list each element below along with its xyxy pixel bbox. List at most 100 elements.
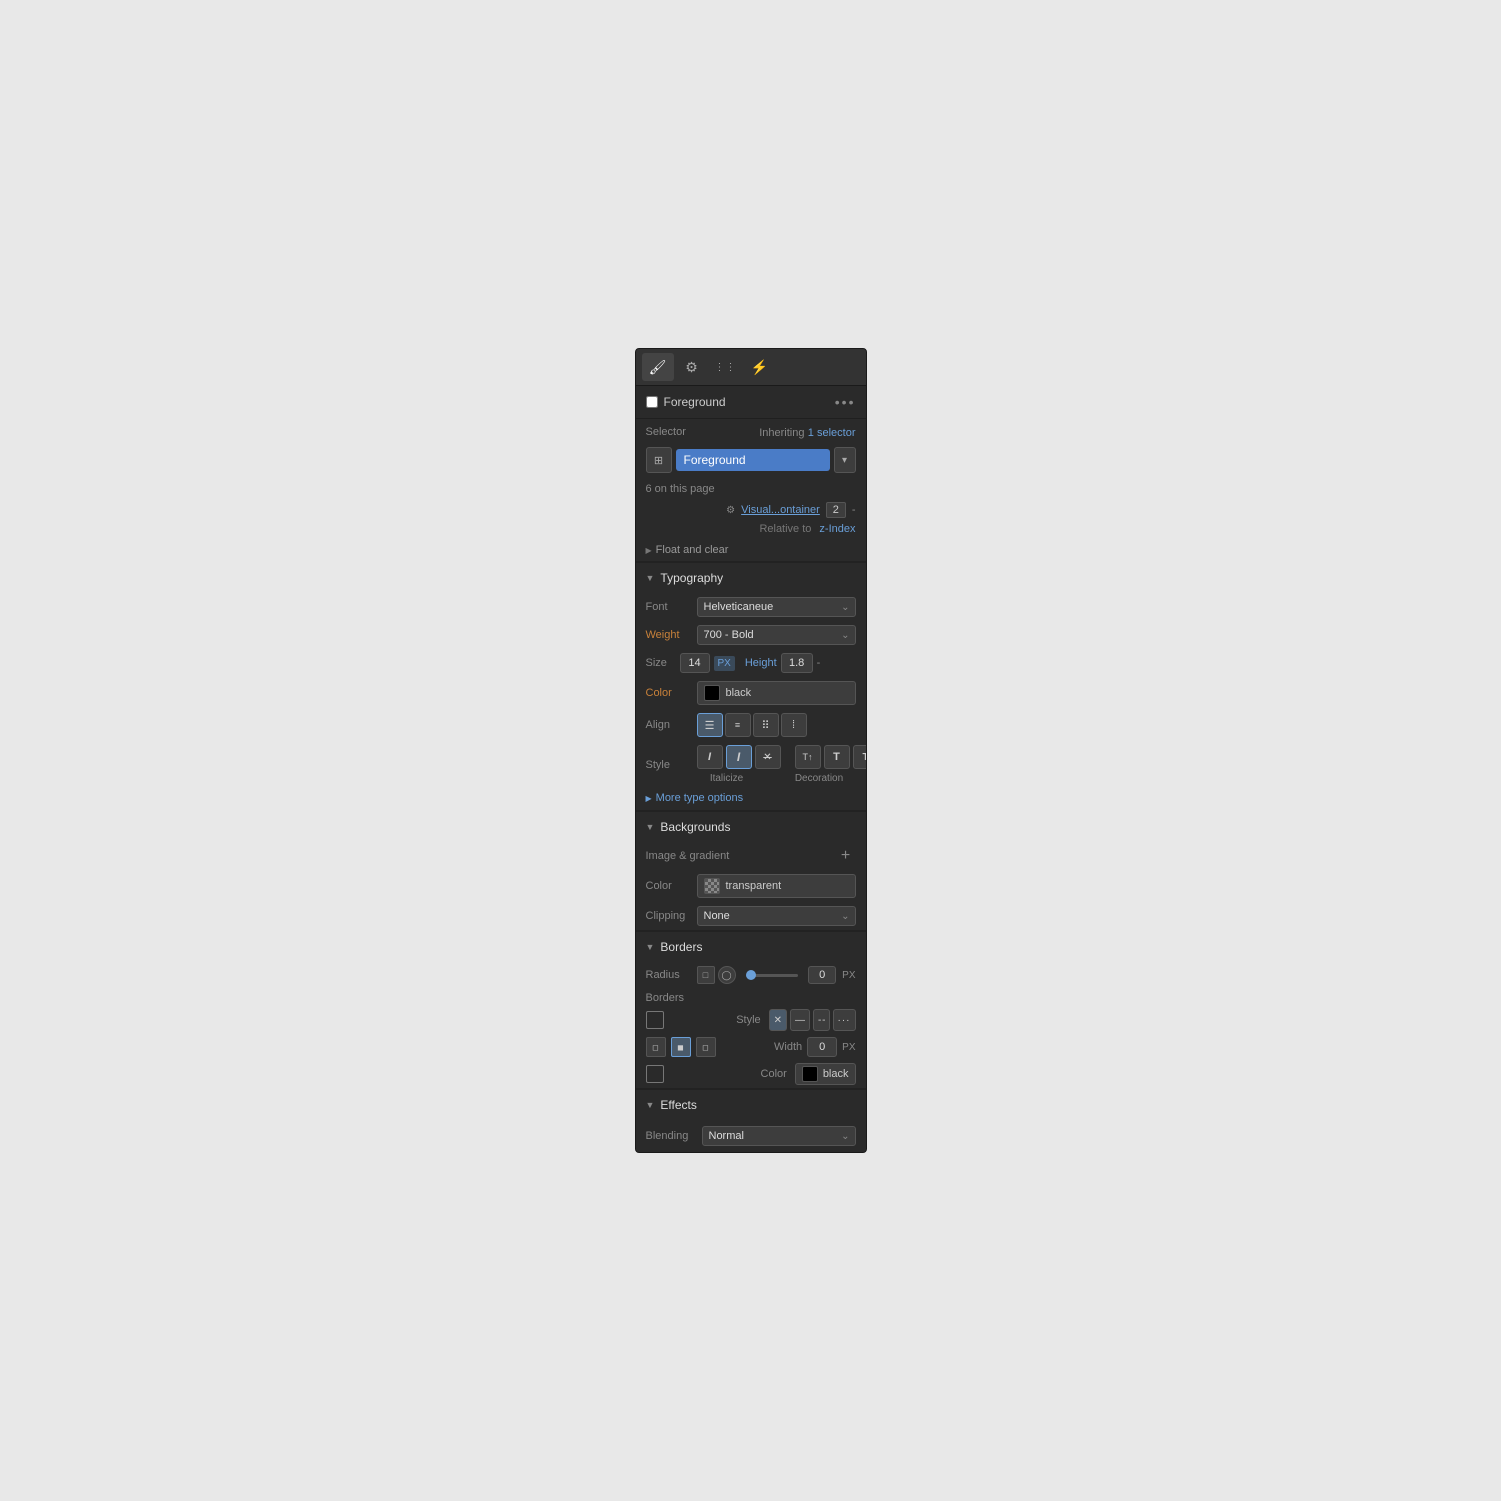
size-row: Size PX Height - <box>636 649 866 677</box>
height-label: Height <box>745 657 777 669</box>
border-all-sides-button[interactable]: ◼ <box>671 1037 691 1057</box>
typography-title: Typography <box>660 571 723 585</box>
align-right-button[interactable]: ⠿ <box>753 713 779 737</box>
align-row: Align ☰ ≡ ⠿ ⁞ <box>636 709 866 741</box>
more-button[interactable]: ••• <box>835 394 856 410</box>
effects-arrow: ▼ <box>646 1100 655 1110</box>
radius-square-btn[interactable]: □ <box>697 966 715 984</box>
radius-unit: PX <box>842 970 855 981</box>
align-left-button[interactable]: ☰ <box>697 713 723 737</box>
border-style-dashed[interactable]: - - <box>813 1009 829 1031</box>
color-row: Color black <box>636 677 866 709</box>
color-swatch <box>704 685 720 701</box>
settings-tab[interactable]: ⚙ <box>676 353 708 381</box>
border-style-solid[interactable]: — <box>790 1009 810 1031</box>
vc-dash: - <box>852 504 856 516</box>
selector-pill[interactable]: Foreground <box>676 449 830 471</box>
border-all-button[interactable] <box>646 1011 664 1029</box>
weight-select[interactable]: 700 - Bold <box>697 625 856 645</box>
inheriting-label: Inheriting <box>759 427 804 439</box>
radius-slider[interactable] <box>746 974 799 977</box>
height-input[interactable] <box>781 653 813 673</box>
more-type-row[interactable]: ▶ More type options <box>636 788 866 810</box>
text-normal-button[interactable]: T <box>824 745 850 769</box>
size-input[interactable] <box>680 653 710 673</box>
inheriting-text: Inheriting 1 selector <box>759 425 855 439</box>
border-color-swatch <box>802 1066 818 1082</box>
selector-chevron[interactable]: ▾ <box>834 447 856 473</box>
backgrounds-section-header[interactable]: ▼ Backgrounds <box>636 811 866 842</box>
add-gradient-button[interactable]: + <box>836 846 856 866</box>
style-labels-row: Italicize Decoration <box>697 773 867 784</box>
image-gradient-label: Image & gradient <box>646 850 830 862</box>
typography-section-header[interactable]: ▼ Typography <box>636 562 866 593</box>
effects-title: Effects <box>660 1098 696 1112</box>
align-center-button[interactable]: ≡ <box>725 713 751 737</box>
bg-color-input-wrapper[interactable]: transparent <box>697 874 856 898</box>
font-select-wrapper: Helveticaneue <box>697 597 856 617</box>
typography-arrow: ▼ <box>646 573 655 583</box>
clipping-label: Clipping <box>646 910 691 922</box>
subscript-button[interactable]: T <box>853 745 867 769</box>
clipping-select[interactable]: None <box>697 906 856 926</box>
radius-label: Radius <box>646 969 691 981</box>
float-clear-arrow: ▶ <box>646 546 652 555</box>
blending-select[interactable]: Normal <box>702 1126 856 1146</box>
radius-input[interactable] <box>808 966 836 984</box>
drops-tab[interactable]: ⋮⋮ <box>710 353 742 381</box>
paint-tab[interactable]: 🖌 <box>642 353 674 381</box>
effects-section-header[interactable]: ▼ Effects <box>636 1089 866 1120</box>
color-label: Color <box>646 687 691 699</box>
panel-title: Foreground <box>664 395 835 409</box>
blending-label: Blending <box>646 1130 696 1142</box>
vc-link[interactable]: Visual...ontainer <box>741 504 820 516</box>
border-color-value: black <box>823 1068 849 1080</box>
font-select[interactable]: Helveticaneue <box>697 597 856 617</box>
border-style-dotted[interactable]: ··· <box>833 1009 856 1031</box>
border-right-button[interactable]: ◻ <box>696 1037 716 1057</box>
italic-button[interactable]: I <box>697 745 723 769</box>
border-style-label: Style <box>736 1014 760 1026</box>
float-clear-label: Float and clear <box>656 544 729 556</box>
clipping-select-wrapper: None <box>697 906 856 926</box>
border-left-button[interactable]: ◻ <box>646 1037 666 1057</box>
backgrounds-title: Backgrounds <box>660 820 730 834</box>
italic-active-button[interactable]: I <box>726 745 752 769</box>
border-width-input[interactable] <box>807 1037 837 1057</box>
radius-circle-btn[interactable]: ◯ <box>718 966 736 984</box>
panel-header: Foreground ••• <box>636 386 866 419</box>
style-label: Style <box>646 759 691 771</box>
selector-label: Selector <box>646 426 686 438</box>
foreground-checkbox[interactable] <box>646 396 658 408</box>
size-unit[interactable]: PX <box>714 656 735 671</box>
border-color-input[interactable]: black <box>795 1063 856 1085</box>
visual-container-row: ⚙ Visual...ontainer 2 - <box>636 499 866 521</box>
color-input-wrapper[interactable]: black <box>697 681 856 705</box>
float-clear-row[interactable]: ▶ Float and clear <box>636 539 866 561</box>
font-row: Font Helveticaneue <box>636 593 866 621</box>
lightning-tab[interactable]: ⚡ <box>744 353 776 381</box>
superscript-button[interactable]: T↑ <box>795 745 821 769</box>
italicize-label: Italicize <box>697 773 757 784</box>
weight-label: Weight <box>646 629 691 641</box>
selector-dropdown-row: ⊞ Foreground ▾ <box>636 445 866 479</box>
weight-select-wrapper: 700 - Bold <box>697 625 856 645</box>
vc-icon: ⚙ <box>726 505 735 516</box>
strikethrough-button[interactable]: ✕ <box>755 745 781 769</box>
borders-section-header[interactable]: ▼ Borders <box>636 931 866 962</box>
vc-value[interactable]: 2 <box>826 502 846 518</box>
align-label: Align <box>646 719 691 731</box>
clipping-row: Clipping None <box>636 902 866 930</box>
radius-row: Radius □ ◯ PX <box>636 962 866 988</box>
more-type-label: More type options <box>656 792 743 804</box>
border-style-buttons: ✕ — - - ··· <box>769 1009 856 1031</box>
inheriting-count[interactable]: 1 selector <box>808 427 856 439</box>
weight-row: Weight 700 - Bold <box>636 621 866 649</box>
z-index-link[interactable]: z-Index <box>819 523 855 535</box>
border-style-none[interactable]: ✕ <box>769 1009 787 1031</box>
toolbar: 🖌 ⚙ ⋮⋮ ⚡ <box>636 349 866 386</box>
border-color-square[interactable] <box>646 1065 664 1083</box>
border-all-row: Style ✕ — - - ··· <box>636 1006 866 1034</box>
align-justify-button[interactable]: ⁞ <box>781 713 807 737</box>
selector-icon-button[interactable]: ⊞ <box>646 447 672 473</box>
